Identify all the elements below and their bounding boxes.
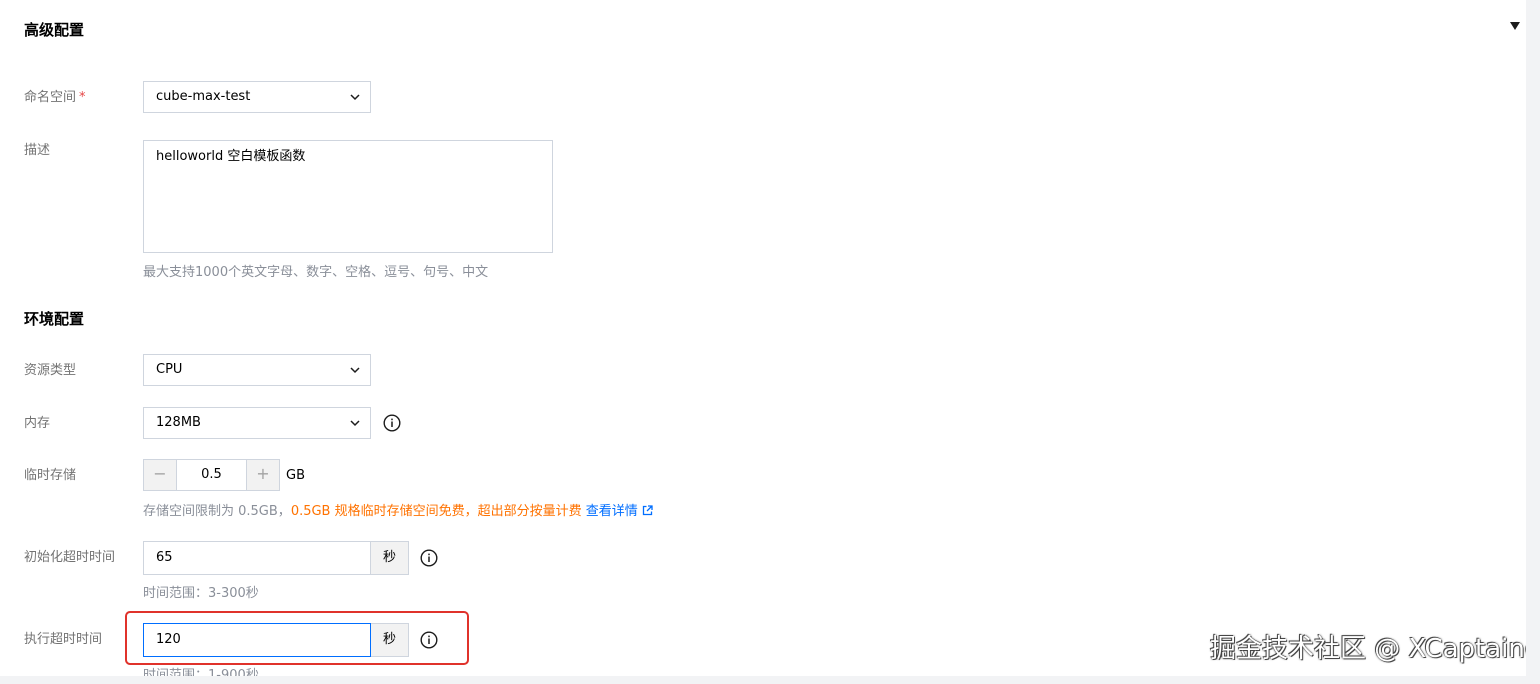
external-link-icon xyxy=(642,505,653,516)
namespace-select[interactable]: cube-max-test xyxy=(143,81,371,113)
view-details-link-text: 查看详情 xyxy=(585,504,638,519)
temp-storage-label: 临时存储 xyxy=(24,468,77,483)
chevron-down-icon xyxy=(350,367,360,374)
memory-label: 内存 xyxy=(24,416,51,431)
exec-timeout-hint: 时间范围：1-900秒 xyxy=(143,668,259,676)
environment-config-title: 环境配置 xyxy=(24,310,85,328)
init-timeout-label: 初始化超时时间 xyxy=(24,550,116,565)
info-circle-icon[interactable] xyxy=(383,414,401,432)
advanced-config-title: 高级配置 xyxy=(24,21,85,39)
temp-storage-hint-prefix: 存储空间限制为 0.5GB， xyxy=(143,504,291,519)
description-hint: 最大支持1000个英文字母、数字、空格、逗号、句号、中文 xyxy=(143,265,489,280)
config-panel: 高级配置 命名空间 * cube-max-test 描述 helloworld 空… xyxy=(0,0,1526,676)
watermark: 掘金技术社区 @ XCaptaino xyxy=(1210,634,1526,664)
info-circle-icon[interactable] xyxy=(420,549,438,567)
chevron-down-icon xyxy=(350,94,360,101)
temp-storage-unit: GB xyxy=(286,468,305,483)
resource-type-select-value: CPU xyxy=(156,362,183,377)
caret-down-icon[interactable] xyxy=(1510,22,1520,30)
resource-type-select[interactable]: CPU xyxy=(143,354,371,386)
highlight-annotation xyxy=(125,611,469,665)
resource-type-label: 资源类型 xyxy=(24,363,77,378)
bottom-strip xyxy=(0,676,1540,684)
description-label: 描述 xyxy=(24,143,51,158)
memory-select-value: 128MB xyxy=(156,415,201,430)
init-timeout-input[interactable]: 65 xyxy=(143,541,371,575)
temp-storage-hint: 存储空间限制为 0.5GB，0.5GB 规格临时存储空间免费，超出部分按量计费 … xyxy=(143,503,653,521)
init-timeout-hint: 时间范围：3-300秒 xyxy=(143,586,259,601)
exec-timeout-label: 执行超时时间 xyxy=(24,632,103,647)
temp-storage-hint-highlight: 0.5GB 规格临时存储空间免费，超出部分按量计费 xyxy=(290,504,582,519)
scrollbar-track[interactable] xyxy=(1526,0,1540,684)
view-details-link[interactable]: 查看详情 xyxy=(586,504,653,519)
chevron-down-icon xyxy=(350,420,360,427)
namespace-label: 命名空间 * xyxy=(24,89,86,107)
decrement-button[interactable]: − xyxy=(143,459,177,491)
namespace-select-value: cube-max-test xyxy=(156,89,251,104)
namespace-label-text: 命名空间 xyxy=(24,90,77,105)
memory-select[interactable]: 128MB xyxy=(143,407,371,439)
increment-button[interactable]: + xyxy=(246,459,280,491)
temp-storage-input[interactable]: 0.5 xyxy=(177,459,246,491)
init-timeout-unit: 秒 xyxy=(371,541,409,575)
required-mark: * xyxy=(79,90,86,105)
description-textarea[interactable]: helloworld 空白模板函数 xyxy=(143,140,553,253)
